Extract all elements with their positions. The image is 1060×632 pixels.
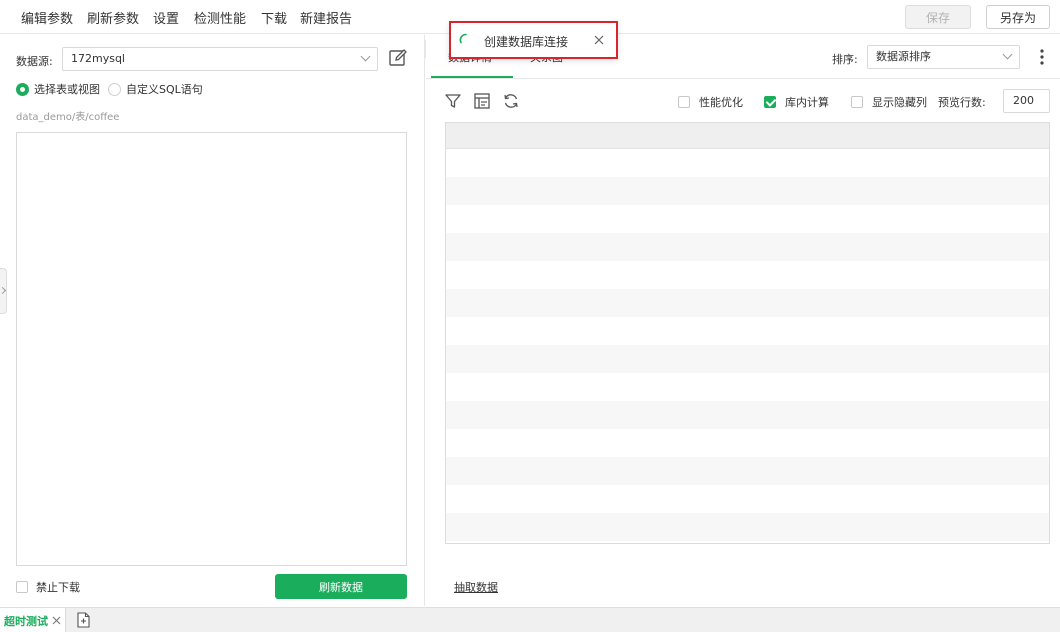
perf-optimize-checkbox[interactable]: 性能优化 (678, 94, 743, 110)
disable-download-label: 禁止下载 (36, 581, 80, 594)
table-row (446, 261, 1049, 289)
radio-sql-label: 自定义SQL语句 (126, 83, 203, 96)
datasource-label: 数据源: (16, 55, 53, 68)
checkbox-checked-icon (764, 96, 776, 108)
checkbox-icon (678, 96, 690, 108)
menu-edit-params[interactable]: 编辑参数 (21, 8, 73, 27)
sheet-tab-label: 超时测试 (4, 614, 48, 628)
preview-rows-label: 预览行数: (938, 96, 986, 109)
close-icon[interactable] (52, 616, 61, 625)
show-hidden-label: 显示隐藏列 (872, 96, 927, 109)
table-row (446, 429, 1049, 457)
preview-rows-input[interactable]: 200 (1003, 89, 1050, 113)
more-vertical-icon[interactable] (1040, 49, 1044, 65)
menu-settings[interactable]: 设置 (153, 8, 179, 27)
left-panel: 数据源: 172mysql 选择表或视图 自定义SQL语句 data_demo/… (0, 35, 425, 606)
radio-checked-icon (16, 82, 29, 96)
table-row (446, 513, 1049, 541)
chevron-down-icon (1002, 49, 1013, 60)
table-row (446, 233, 1049, 261)
db-calc-checkbox[interactable]: 库内计算 (764, 94, 829, 110)
menu-refresh-params[interactable]: 刷新参数 (87, 8, 139, 27)
filter-icon[interactable] (444, 92, 462, 110)
chevron-down-icon (360, 51, 371, 62)
toast-message: 创建数据库连接 (484, 35, 569, 49)
extract-data-link[interactable]: 抽取数据 (454, 579, 498, 595)
radio-custom-sql[interactable]: 自定义SQL语句 (108, 81, 203, 97)
refresh-data-button[interactable]: 刷新数据 (275, 574, 407, 599)
field-settings-icon[interactable] (473, 92, 491, 110)
table-row (446, 345, 1049, 373)
table-row (446, 373, 1049, 401)
table-tree[interactable] (16, 132, 407, 566)
disable-download-checkbox[interactable]: 禁止下载 (16, 579, 80, 595)
sort-select[interactable]: 数据源排序 (867, 45, 1020, 69)
refresh-icon[interactable] (502, 92, 520, 110)
expand-left-handle[interactable] (0, 268, 7, 314)
table-row (446, 485, 1049, 513)
edit-icon[interactable] (388, 48, 408, 68)
bottom-tab-bar: 超时测试 (0, 607, 1060, 632)
datasource-select[interactable]: 172mysql (62, 47, 378, 71)
checkbox-icon (16, 581, 28, 593)
right-panel: 数据详情 关系图 排序: 数据源排序 (426, 35, 1060, 606)
loading-toast: 创建数据库连接 (449, 21, 618, 59)
save-as-button[interactable]: 另存为 (986, 5, 1050, 29)
sort-value: 数据源排序 (876, 50, 931, 63)
table-row (446, 457, 1049, 485)
menu-check-performance[interactable]: 检测性能 (194, 8, 246, 27)
table-row (446, 401, 1049, 429)
sheet-tab[interactable]: 超时测试 (0, 608, 66, 632)
menu-download[interactable]: 下载 (261, 8, 287, 27)
table-row (446, 149, 1049, 177)
preview-toolbar: 性能优化 库内计算 显示隐藏列 预览行数: 200 (426, 87, 1060, 115)
table-row (446, 289, 1049, 317)
close-icon[interactable] (593, 34, 605, 46)
menu-new-report[interactable]: 新建报告 (300, 8, 352, 27)
grid-header (446, 123, 1049, 149)
db-calc-label: 库内计算 (785, 96, 829, 109)
datasource-value: 172mysql (71, 52, 125, 65)
sort-label: 排序: (832, 53, 858, 66)
active-tab-indicator (431, 76, 513, 78)
radio-table-view[interactable]: 选择表或视图 (16, 81, 100, 97)
radio-unchecked-icon (108, 82, 121, 96)
checkbox-icon (851, 96, 863, 108)
table-row (446, 177, 1049, 205)
data-preview-grid[interactable] (445, 122, 1050, 544)
save-button[interactable]: 保存 (905, 5, 971, 29)
radio-table-label: 选择表或视图 (34, 83, 100, 96)
show-hidden-checkbox[interactable]: 显示隐藏列 (851, 94, 927, 110)
loading-spinner-icon (459, 33, 467, 44)
new-file-icon[interactable] (76, 612, 91, 628)
table-row (446, 317, 1049, 345)
table-path: data_demo/表/coffee (16, 112, 120, 123)
table-row (446, 205, 1049, 233)
perf-optimize-label: 性能优化 (699, 96, 743, 109)
